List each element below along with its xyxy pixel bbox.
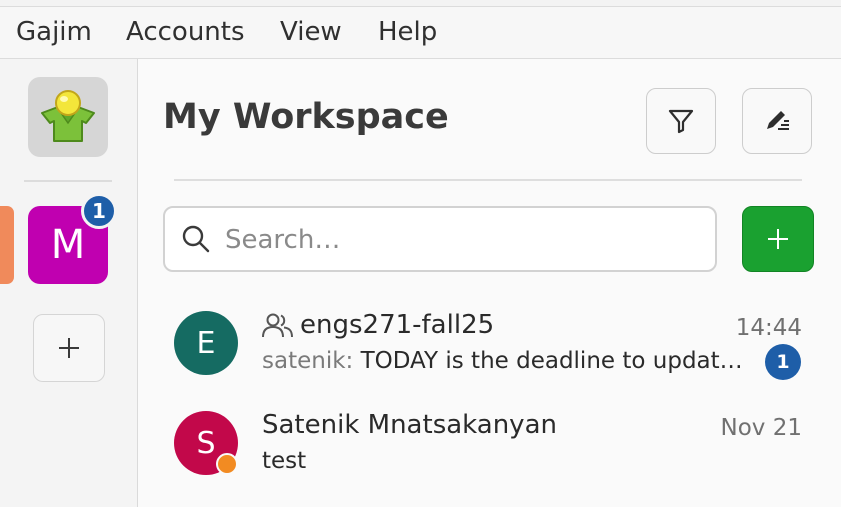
chat-preview: satenik: TODAY is the deadline to updat… <box>262 348 743 374</box>
edit-icon <box>767 111 789 130</box>
add-chat-button[interactable] <box>742 206 814 272</box>
active-account-indicator <box>0 206 14 284</box>
filter-icon <box>668 109 694 134</box>
chat-list-panel: My Workspace E engs271-fall25 <box>138 59 841 507</box>
group-icon <box>262 313 293 338</box>
menu-accounts[interactable]: Accounts <box>126 17 245 47</box>
chat-row-satenik[interactable]: S Satenik Mnatsakanyan Nov 21 test <box>138 395 841 487</box>
add-workspace-button[interactable] <box>33 314 105 382</box>
window-top-edge <box>0 0 841 7</box>
chat-row-engs271[interactable]: E engs271-fall25 14:44 satenik: TODAY is… <box>138 295 841 387</box>
unread-badge: 1 <box>765 344 801 380</box>
filter-button[interactable] <box>646 88 716 154</box>
search-box[interactable] <box>163 206 717 272</box>
plus-icon <box>59 338 79 358</box>
presence-status-icon <box>216 453 238 475</box>
plus-icon <box>768 229 788 249</box>
chat-name: Satenik Mnatsakanyan <box>262 410 557 440</box>
search-icon <box>182 225 210 253</box>
sidebar-divider <box>24 180 112 182</box>
app-home-button[interactable] <box>28 77 108 157</box>
start-chat-button[interactable] <box>742 88 812 154</box>
menu-gajim[interactable]: Gajim <box>16 17 92 47</box>
menu-view[interactable]: View <box>280 17 342 47</box>
chat-sender: satenik: <box>262 348 354 374</box>
chat-name: engs271-fall25 <box>300 310 495 340</box>
menu-help[interactable]: Help <box>378 17 437 47</box>
chat-preview: test <box>262 448 307 474</box>
gajim-avatar-icon <box>41 90 95 142</box>
search-input[interactable] <box>223 218 697 262</box>
menubar: Gajim Accounts View Help <box>0 7 841 59</box>
account-sidebar: M 1 <box>0 59 138 507</box>
chat-time: 14:44 <box>735 315 802 341</box>
account-unread-badge: 1 <box>81 193 117 229</box>
chat-message: TODAY is the deadline to updat… <box>360 348 743 374</box>
header-divider <box>174 179 802 181</box>
workspace-title: My Workspace <box>163 97 449 137</box>
avatar: E <box>174 311 238 375</box>
chat-time: Nov 21 <box>720 415 802 441</box>
